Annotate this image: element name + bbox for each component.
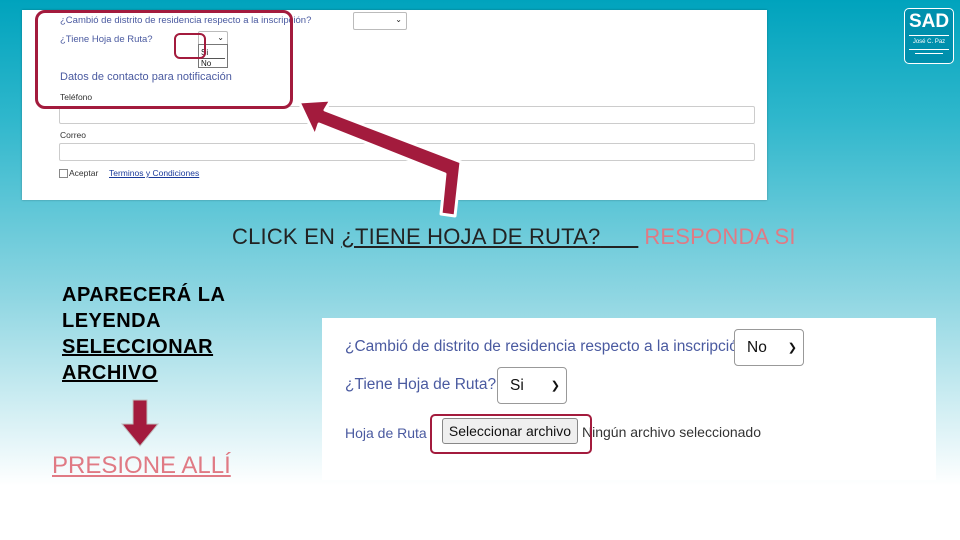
- terms-checkbox[interactable]: [59, 169, 68, 178]
- highlight-circle: [35, 10, 293, 109]
- sad-logo: SAD José C. Paz: [904, 8, 954, 64]
- arrow-up-left-icon: [297, 98, 463, 218]
- route-value: Si: [510, 377, 524, 394]
- highlight-si-option: [174, 33, 206, 59]
- district-value: No: [747, 339, 767, 356]
- left-line-1: APARECERÁ LA: [62, 284, 226, 306]
- terms-link[interactable]: Terminos y Condiciones: [109, 168, 199, 178]
- route-sheet-label: Hoja de Ruta: [345, 425, 427, 441]
- accept-label: Aceptar: [69, 168, 99, 178]
- caption-respond: RESPONDA SI: [644, 224, 796, 249]
- press-here-label: PRESIONE ALLÍ: [52, 452, 231, 479]
- route-select[interactable]: Si ❯: [497, 367, 567, 404]
- left-instruction: APARECERÁ LA LEYENDA SELECCIONAR ARCHIVO: [62, 282, 225, 386]
- caption-target: ¿TIENE HOJA DE RUTA?: [341, 224, 601, 249]
- chevron-down-icon: ⌄: [395, 15, 402, 24]
- logo-title: SAD: [908, 11, 950, 32]
- chevron-down-icon: ❯: [550, 379, 560, 392]
- caption-click: CLICK EN: [232, 224, 342, 249]
- bottom-form-screenshot: ¿Cambió de distrito de residencia respec…: [322, 318, 936, 480]
- route-question: ¿Tiene Hoja de Ruta?: [345, 376, 497, 393]
- file-status: Ningún archivo seleccionado: [582, 424, 761, 440]
- instruction-caption: CLICK EN ¿TIENE HOJA DE RUTA? RESPONDA S…: [232, 224, 796, 250]
- left-line-3: SELECCIONAR: [62, 336, 214, 358]
- arrow-down-icon: [120, 399, 160, 447]
- chevron-down-icon: ❯: [787, 341, 797, 354]
- district-select[interactable]: ⌄: [353, 12, 407, 30]
- logo-subtitle: José C. Paz: [912, 39, 946, 45]
- email-label: Correo: [60, 130, 86, 140]
- highlight-file-button: [430, 414, 592, 454]
- district-select[interactable]: No ❯: [734, 329, 804, 366]
- district-question: ¿Cambió de distrito de residencia respec…: [345, 338, 756, 355]
- left-line-4: ARCHIVO: [62, 362, 158, 384]
- left-line-2: LEYENDA: [62, 310, 162, 332]
